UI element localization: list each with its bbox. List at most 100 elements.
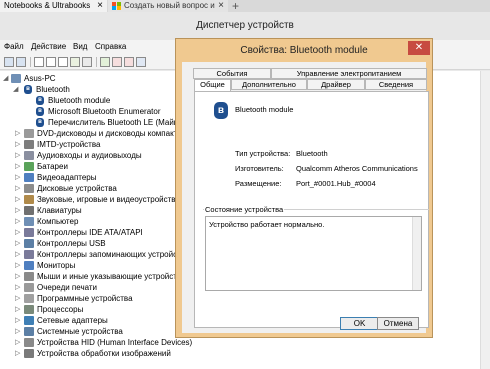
properties-icon[interactable] (46, 57, 56, 67)
expand-arrow-icon[interactable]: ▷ (15, 238, 20, 249)
tree-node-label: IMTD-устройства (37, 140, 101, 149)
expand-arrow-icon[interactable]: ▷ (15, 293, 20, 304)
expand-arrow-icon[interactable]: ▷ (15, 216, 20, 227)
expand-arrow-icon[interactable]: ▷ (15, 205, 20, 216)
expand-arrow-icon[interactable]: ▷ (15, 128, 20, 139)
tab-advanced[interactable]: Дополнительно (231, 79, 307, 90)
dialog-body: События Управление электропитанием Общие… (182, 62, 429, 333)
menu-file[interactable]: Файл (4, 42, 24, 51)
close-tab-icon[interactable]: × (97, 0, 103, 12)
camera-icon (24, 349, 34, 358)
scan-hardware-icon[interactable] (136, 57, 146, 67)
hid-icon (24, 338, 34, 347)
tree-node-label: Перечислитель Bluetooth LE (Майкро (48, 118, 187, 127)
browser-tab-label: Notebooks & Ultrabooks (4, 1, 91, 10)
expand-arrow-icon[interactable]: ▷ (15, 315, 20, 326)
manufacturer-value: Qualcomm Atheros Communications (296, 164, 418, 173)
menu-view[interactable]: Вид (73, 42, 87, 51)
bluetooth-icon: ʙ (214, 102, 228, 119)
expand-arrow-icon[interactable]: ▷ (15, 194, 20, 205)
tree-node-label: Asus-PC (24, 74, 56, 83)
tree-node-label: Системные устройства (37, 327, 123, 336)
cancel-button[interactable]: Отмена (377, 317, 419, 330)
monitor-icon (24, 261, 34, 270)
properties-dialog: Свойства: Bluetooth module ✕ События Упр… (175, 38, 433, 338)
forward-icon[interactable] (16, 57, 26, 67)
device-status-text: Устройство работает нормально. (209, 220, 325, 229)
device-status-box[interactable]: Устройство работает нормально. (205, 216, 422, 291)
printer-icon (24, 283, 34, 292)
mouse-icon (24, 272, 34, 281)
collapse-arrow-icon[interactable]: ◢ (13, 84, 18, 95)
window-title: Диспетчер устройств (196, 20, 294, 31)
sound-icon (24, 195, 34, 204)
expand-arrow-icon[interactable]: ▷ (15, 271, 20, 282)
tree-node-label: Bluetooth module (48, 96, 111, 105)
expand-arrow-icon[interactable]: ▷ (15, 337, 20, 348)
device-type-label: Тип устройства: (235, 149, 291, 158)
browser-tab-strip: Notebooks & Ultrabooks × Создать новый в… (0, 0, 490, 13)
disable-device-icon[interactable] (112, 57, 122, 67)
tree-node-label: DVD-дисководы и дисководы компакт-д (37, 129, 185, 138)
monitor-icon[interactable] (82, 57, 92, 67)
menu-help[interactable]: Справка (95, 42, 126, 51)
tree-node-label: Программные устройства (37, 294, 133, 303)
location-value: Port_#0001.Hub_#0004 (296, 179, 376, 188)
tree-node-label: Видеоадаптеры (37, 173, 97, 182)
tree-scrollbar[interactable] (480, 71, 490, 369)
device-name: Bluetooth module (235, 105, 294, 114)
expand-arrow-icon[interactable]: ▷ (15, 326, 20, 337)
expand-arrow-icon[interactable]: ▷ (15, 183, 20, 194)
tree-node-label: Звуковые, игровые и видеоустройства (37, 195, 180, 204)
tab-details[interactable]: Сведения (365, 79, 427, 90)
tree-node-label: Очереди печати (37, 283, 98, 292)
tree-node-label: Процессоры (37, 305, 84, 314)
device-status-label: Состояние устройства (204, 205, 285, 214)
status-scrollbar[interactable] (412, 217, 421, 290)
general-tab-panel: ʙ Bluetooth module Тип устройства: Bluet… (194, 91, 429, 328)
view-icon[interactable] (70, 57, 80, 67)
expand-arrow-icon[interactable]: ▷ (15, 161, 20, 172)
expand-arrow-icon[interactable]: ▷ (15, 304, 20, 315)
bluetooth-icon: ʙ (24, 85, 32, 94)
storage-controller-icon (24, 250, 34, 259)
expand-arrow-icon[interactable]: ▷ (15, 282, 20, 293)
expand-arrow-icon[interactable]: ▷ (15, 260, 20, 271)
tab-events[interactable]: События (193, 68, 271, 79)
collapse-arrow-icon[interactable]: ◢ (3, 73, 8, 84)
tree-node-label: Bluetooth (36, 85, 70, 94)
expand-arrow-icon[interactable]: ▷ (15, 227, 20, 238)
tab-driver[interactable]: Драйвер (307, 79, 365, 90)
back-icon[interactable] (4, 57, 14, 67)
close-tab-icon[interactable]: × (218, 0, 224, 12)
expand-arrow-icon[interactable]: ▷ (15, 172, 20, 183)
expand-arrow-icon[interactable]: ▷ (15, 348, 20, 359)
tree-node-label: Батареи (37, 162, 68, 171)
dialog-title: Свойства: Bluetooth module (240, 45, 368, 56)
expand-arrow-icon[interactable]: ▷ (15, 150, 20, 161)
battery-icon (24, 162, 34, 171)
help-icon[interactable] (58, 57, 68, 67)
update-driver-icon[interactable] (100, 57, 110, 67)
tree-node-label: Microsoft Bluetooth Enumerator (48, 107, 161, 116)
menu-action[interactable]: Действие (31, 42, 66, 51)
tab-power-management[interactable]: Управление электропитанием (271, 68, 427, 79)
uninstall-device-icon[interactable] (124, 57, 134, 67)
bluetooth-icon: ʙ (36, 107, 44, 116)
expand-arrow-icon[interactable]: ▷ (15, 249, 20, 260)
expand-arrow-icon[interactable]: ▷ (15, 139, 20, 150)
computer-icon (11, 74, 21, 83)
computer-icon (24, 217, 34, 226)
network-adapter-icon (24, 316, 34, 325)
tree-node-label: Мыши и иные указывающие устройства (37, 272, 186, 281)
ok-button[interactable]: OK (340, 317, 379, 330)
browser-tab-new-question[interactable]: Создать новый вопрос и × (108, 0, 228, 12)
processor-icon (24, 305, 34, 314)
close-icon[interactable]: ✕ (408, 41, 430, 55)
bluetooth-icon: ʙ (36, 96, 44, 105)
show-hide-tree-icon[interactable] (34, 57, 44, 67)
browser-tab-notebooks[interactable]: Notebooks & Ultrabooks × (0, 0, 107, 12)
tree-node-label: Контроллеры запоминающих устройств (37, 250, 185, 259)
speaker-icon (24, 151, 34, 160)
mtd-icon (24, 140, 34, 149)
